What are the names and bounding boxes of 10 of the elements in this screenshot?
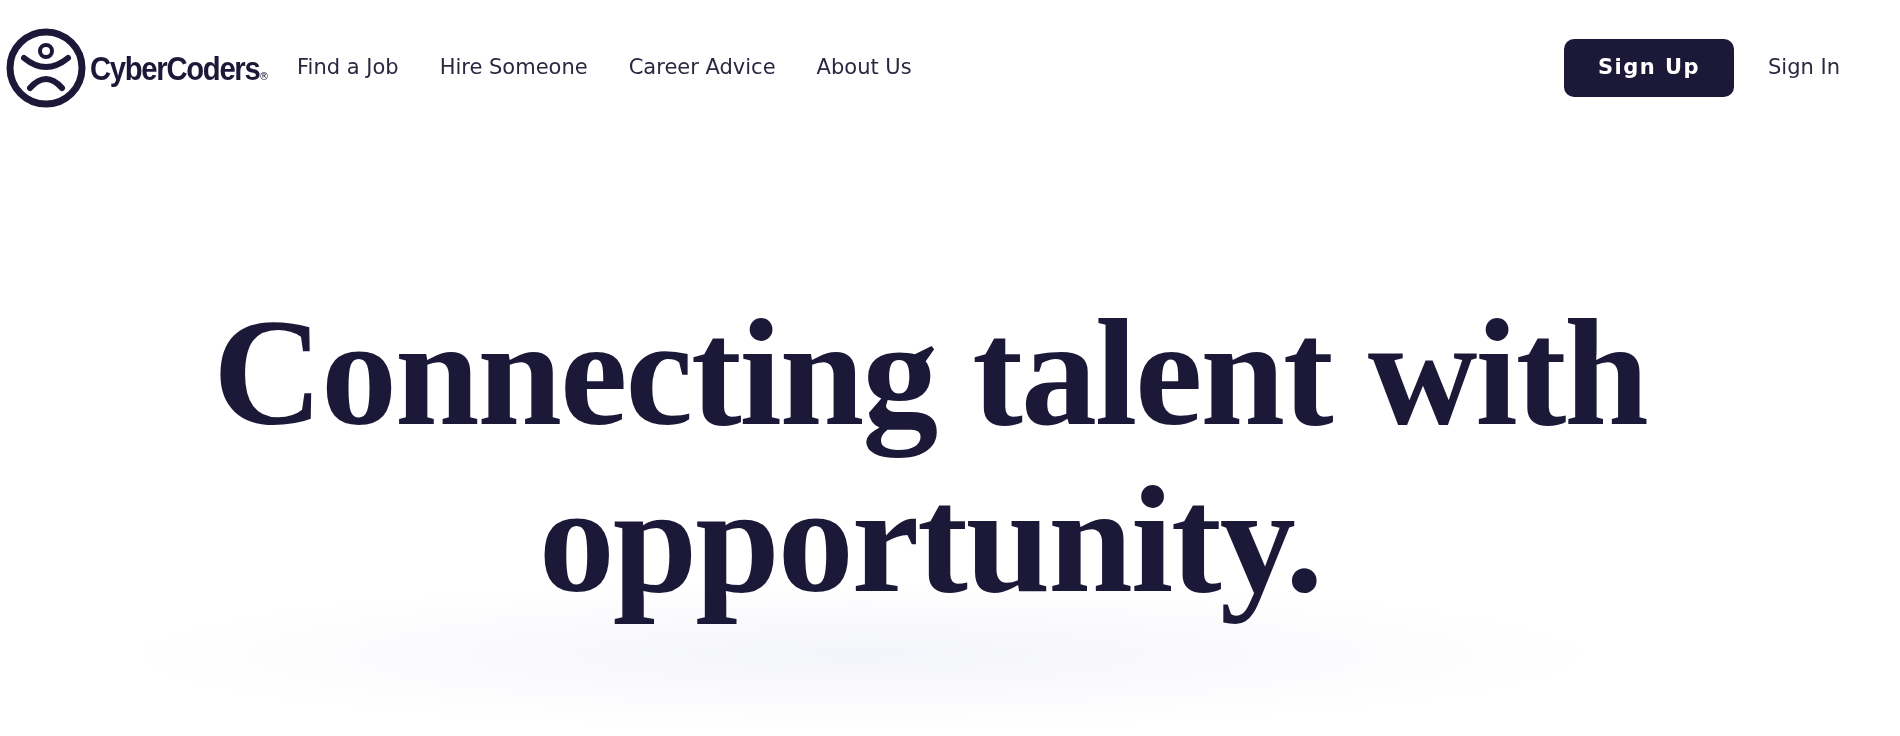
nav-link[interactable]: Career Advice [628,52,776,84]
nav-link[interactable]: Hire Someone [439,52,588,84]
registered-mark: ® [259,70,269,82]
logo-wordmark[interactable]: CyberCoders [90,42,260,94]
nav-link[interactable]: Find a Job [297,52,399,84]
nav-link[interactable]: About Us [816,52,912,84]
sign-up-button[interactable]: Sign Up [1564,39,1734,97]
hero-headline: Connecting talent with opportunity. [212,290,1648,625]
logo-icon [6,28,86,108]
sign-in-link[interactable]: Sign In [1768,52,1840,84]
